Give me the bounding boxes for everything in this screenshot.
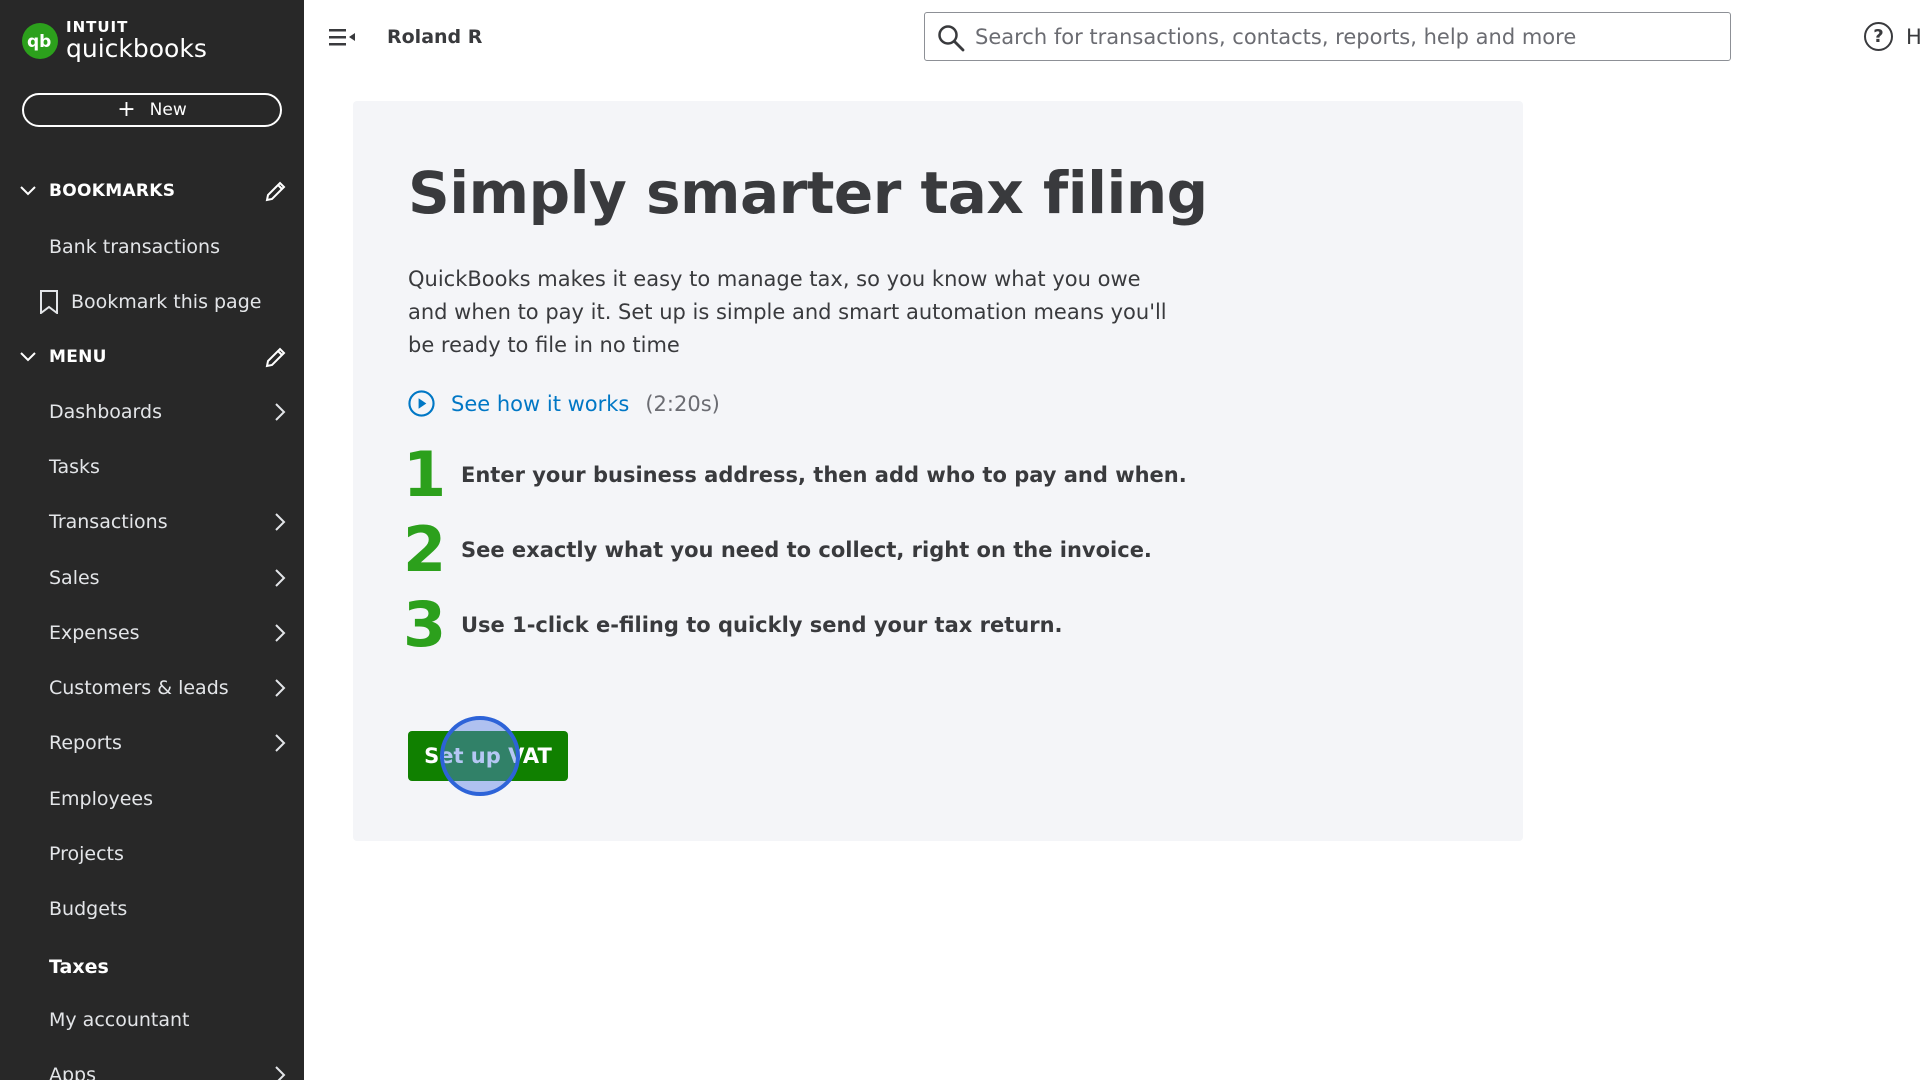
nav-item-label: Taxes — [49, 956, 109, 978]
sidebar-item-expenses[interactable]: Expenses — [0, 608, 304, 658]
step-number: 2 — [403, 513, 447, 586]
step-number: 1 — [403, 438, 447, 511]
step-item: 1 Enter your business address, then add … — [403, 444, 1187, 506]
nav-item-label: Apps — [49, 1064, 97, 1080]
chevron-down-icon — [20, 352, 36, 362]
search-bar[interactable] — [924, 12, 1731, 61]
step-text: Enter your business address, then add wh… — [461, 463, 1187, 487]
new-button[interactable]: + New — [22, 93, 282, 127]
bookmarks-header-label: BOOKMARKS — [49, 181, 176, 201]
page-description: QuickBooks makes it easy to manage tax, … — [408, 267, 1167, 357]
chevron-right-icon — [275, 734, 286, 752]
nav-item-label: Projects — [49, 843, 124, 865]
logo-intuit-text: INTUIT — [66, 18, 129, 36]
help-button[interactable]: ? H — [1864, 22, 1920, 51]
step-text: Use 1-click e-filing to quickly send you… — [461, 613, 1063, 637]
step-item: 3 Use 1-click e-filing to quickly send y… — [403, 594, 1063, 656]
tax-intro-card: Simply smarter tax filing QuickBooks mak… — [353, 101, 1523, 841]
set-up-vat-button[interactable]: Set up VAT — [408, 731, 568, 781]
nav-item-label: Employees — [49, 788, 153, 810]
chevron-right-icon — [275, 624, 286, 642]
quickbooks-logo[interactable]: qb INTUIT quickbooks — [22, 20, 207, 61]
bookmarks-header[interactable]: BOOKMARKS — [0, 171, 304, 211]
nav-item-label: Sales — [49, 567, 100, 589]
sidebar-item-employees[interactable]: Employees — [0, 774, 304, 824]
see-how-it-works-link[interactable]: See how it works (2:20s) — [408, 390, 720, 417]
nav-item-label: Tasks — [49, 456, 100, 478]
new-button-label: New — [149, 100, 187, 120]
video-duration: (2:20s) — [645, 391, 720, 416]
nav-item-label: Bookmark this page — [71, 291, 262, 313]
help-icon: ? — [1864, 22, 1893, 51]
sidebar-item-reports[interactable]: Reports — [0, 718, 304, 768]
sidebar-item-my-accountant[interactable]: My accountant — [0, 995, 304, 1045]
nav-item-label: Dashboards — [49, 401, 162, 423]
nav-item-label: Bank transactions — [49, 236, 220, 258]
nav-item-label: My accountant — [49, 1009, 190, 1031]
nav-item-label: Budgets — [49, 898, 128, 920]
sidebar-item-sales[interactable]: Sales — [0, 553, 304, 603]
menu-collapse-icon[interactable] — [328, 26, 356, 48]
sidebar-item-budgets[interactable]: Budgets — [0, 884, 304, 934]
step-item: 2 See exactly what you need to collect, … — [403, 519, 1152, 581]
pencil-icon[interactable] — [264, 345, 288, 369]
pencil-icon[interactable] — [264, 179, 288, 203]
sidebar-item-dashboards[interactable]: Dashboards — [0, 387, 304, 437]
search-icon — [938, 25, 965, 52]
search-input[interactable] — [975, 21, 1715, 53]
chevron-right-icon — [275, 569, 286, 587]
logo-product-text: quickbooks — [66, 34, 207, 63]
step-text: See exactly what you need to collect, ri… — [461, 538, 1152, 562]
sidebar: qb INTUIT quickbooks + New BOOKMARKS Ban… — [0, 0, 304, 1080]
sidebar-item-apps[interactable]: Apps — [0, 1050, 304, 1080]
page-title: Simply smarter tax filing — [408, 159, 1208, 227]
nav-item-label: Transactions — [49, 511, 168, 533]
plus-icon: + — [117, 97, 136, 122]
sidebar-item-customers-leads[interactable]: Customers & leads — [0, 663, 304, 713]
sidebar-item-tasks[interactable]: Tasks — [0, 442, 304, 492]
bookmark-bank-transactions[interactable]: Bank transactions — [0, 222, 304, 272]
nav-item-label: Customers & leads — [49, 677, 229, 699]
bookmark-this-page[interactable]: Bookmark this page — [0, 277, 304, 327]
sidebar-item-projects[interactable]: Projects — [0, 829, 304, 879]
play-icon — [408, 390, 435, 417]
menu-header[interactable]: MENU — [0, 337, 304, 377]
chevron-right-icon — [275, 1066, 286, 1080]
company-name[interactable]: Roland R — [387, 26, 482, 48]
nav-item-label: Expenses — [49, 622, 140, 644]
help-label: H — [1906, 24, 1920, 49]
svg-text:qb: qb — [27, 32, 51, 51]
qb-logo-icon: qb — [22, 22, 58, 59]
sidebar-item-transactions[interactable]: Transactions — [0, 497, 304, 547]
menu-header-label: MENU — [49, 347, 107, 367]
nav-item-label: Reports — [49, 732, 122, 754]
chevron-right-icon — [275, 403, 286, 421]
sidebar-item-taxes[interactable]: Taxes — [0, 942, 304, 992]
step-number: 3 — [403, 588, 447, 661]
chevron-right-icon — [275, 513, 286, 531]
chevron-down-icon — [20, 186, 36, 196]
chevron-right-icon — [275, 679, 286, 697]
bookmark-icon — [40, 290, 58, 314]
video-link-label: See how it works — [451, 391, 630, 416]
